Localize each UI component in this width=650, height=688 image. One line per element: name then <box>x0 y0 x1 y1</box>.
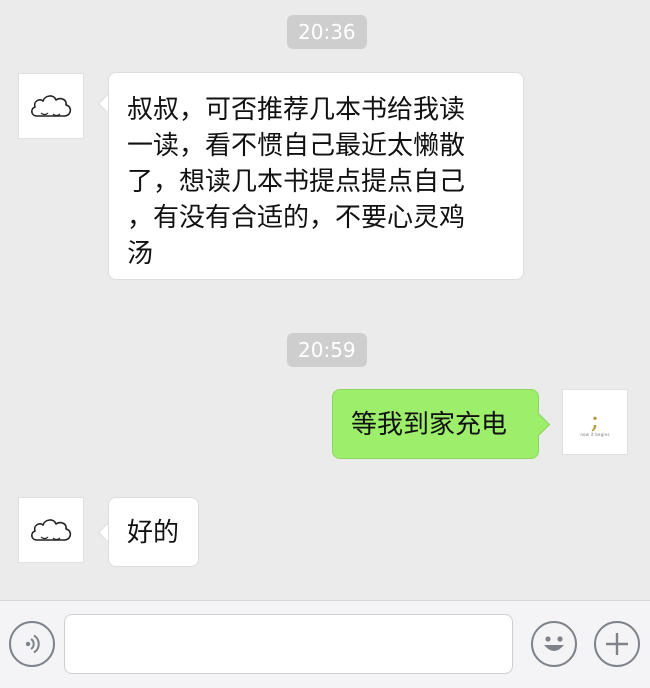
emoji-button[interactable] <box>531 621 577 667</box>
incoming-message-bubble[interactable]: 好的 <box>108 497 199 567</box>
my-avatar[interactable]: ; now it begins <box>562 389 628 455</box>
contact-avatar[interactable] <box>18 73 84 139</box>
incoming-message-bubble[interactable]: 叔叔，可否推荐几本书给我读 一读，看不惯自己最近太懒散 了，想读几本书提点提点自… <box>108 72 524 280</box>
chat-area[interactable]: 20:36 叔叔，可否推荐几本书给我读 一读，看不惯自己最近太懒散 了，想读几本… <box>0 0 650 600</box>
voice-icon <box>25 634 40 654</box>
outgoing-message-bubble[interactable]: 等我到家充电 <box>332 389 539 459</box>
message-line: 了，想读几本书提点提点自己 <box>127 167 466 197</box>
message-line: 汤 <box>127 239 154 269</box>
timestamp: 20:59 <box>287 333 367 367</box>
contact-avatar[interactable] <box>18 497 84 563</box>
cloud-icon <box>31 519 72 541</box>
message-line: ，有没有合适的，不要心灵鸡 <box>127 203 466 233</box>
cloud-icon <box>31 95 72 117</box>
emoji-icon <box>544 636 564 651</box>
message-input[interactable] <box>64 614 513 674</box>
timestamp: 20:36 <box>287 15 367 49</box>
semicolon-logo: ; <box>590 404 600 435</box>
message-line: 叔叔，可否推荐几本书给我读 <box>127 95 466 125</box>
avatar-caption: now it begins <box>580 431 610 437</box>
voice-button[interactable] <box>9 621 55 667</box>
input-bar <box>0 600 650 688</box>
plus-icon <box>606 633 628 655</box>
add-button[interactable] <box>594 621 640 667</box>
message-line: 一读，看不惯自己最近太懒散 <box>127 131 466 161</box>
